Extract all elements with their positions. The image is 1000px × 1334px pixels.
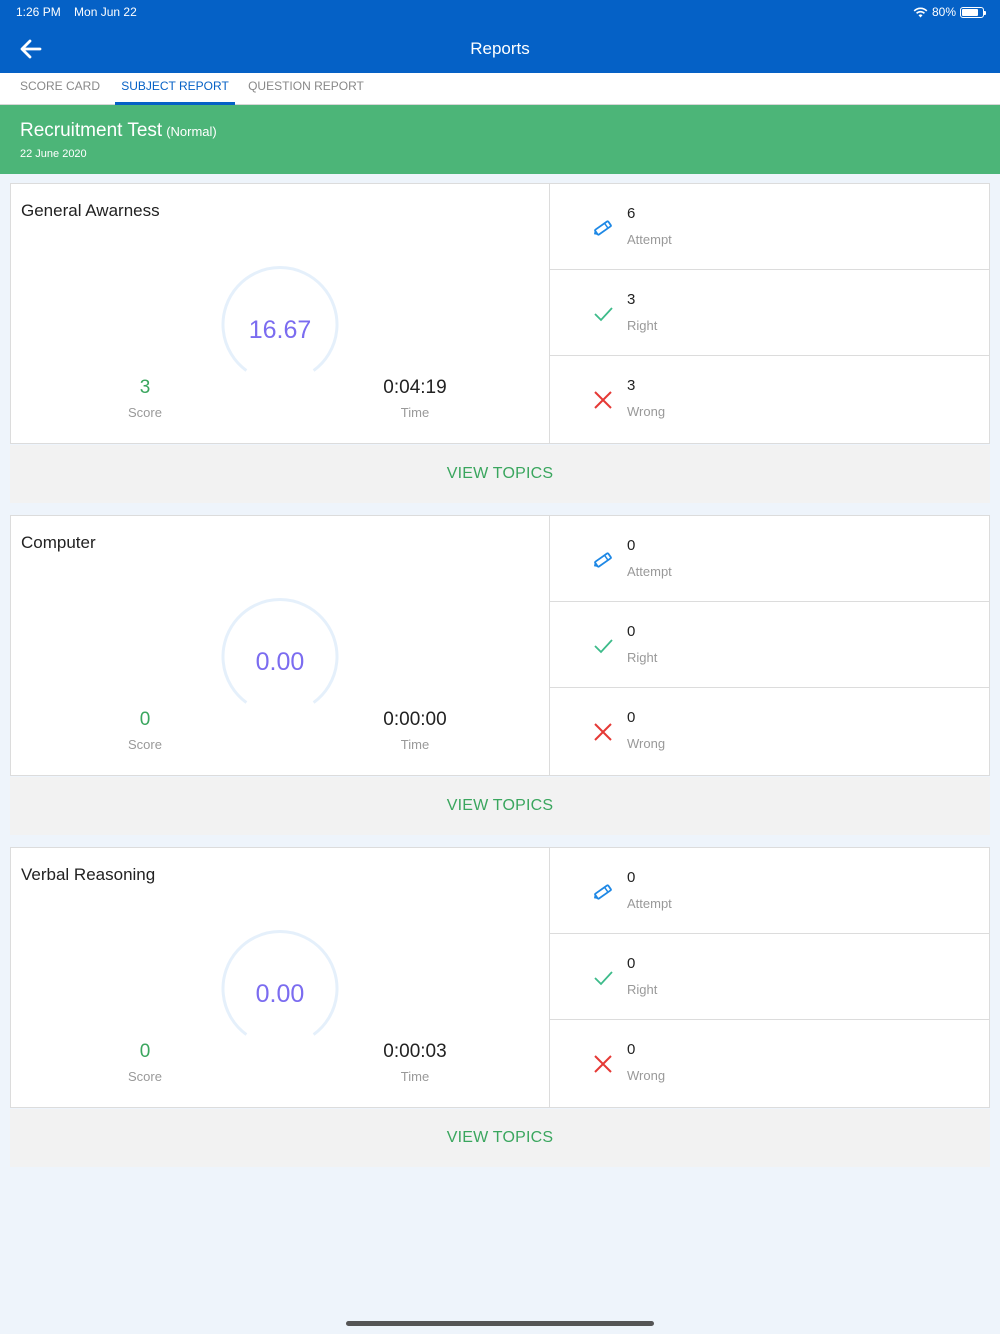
attempt-label: Attempt bbox=[627, 232, 672, 247]
attempt-value: 0 bbox=[627, 537, 636, 554]
percentage-value: 16.67 bbox=[248, 316, 312, 344]
test-header: Recruitment Test (Normal) 22 June 2020 bbox=[0, 105, 1000, 174]
test-mode: (Normal) bbox=[166, 124, 217, 139]
view-topics-button[interactable]: VIEW TOPICS bbox=[10, 1109, 990, 1167]
score-value: 0 bbox=[139, 709, 151, 730]
view-topics-button[interactable]: VIEW TOPICS bbox=[10, 445, 990, 503]
status-time: 1:26 PM bbox=[16, 5, 61, 19]
time-label: Time bbox=[400, 737, 430, 752]
right-row: 0 Right bbox=[550, 602, 989, 688]
right-value: 3 bbox=[627, 291, 636, 308]
subject-summary: Verbal Reasoning 0.00 0 Score 0:00:03 Ti… bbox=[11, 848, 550, 1107]
check-icon bbox=[594, 307, 613, 322]
pencil-icon bbox=[593, 552, 612, 568]
wrong-row: 0 Wrong bbox=[550, 1020, 989, 1106]
test-date: 22 June 2020 bbox=[20, 148, 87, 160]
status-date: Mon Jun 22 bbox=[74, 5, 137, 19]
check-icon bbox=[594, 639, 613, 654]
subject-title: Verbal Reasoning bbox=[21, 865, 156, 884]
status-bar-left: 1:26 PM Mon Jun 22 bbox=[16, 5, 137, 19]
percentage-value: 0.00 bbox=[255, 648, 305, 676]
page-title: Reports bbox=[470, 39, 530, 58]
wrong-row: 0 Wrong bbox=[550, 688, 989, 774]
wrong-value: 0 bbox=[627, 1041, 636, 1058]
test-name: Recruitment Test bbox=[20, 120, 163, 141]
pencil-icon bbox=[593, 884, 612, 900]
score-label: Score bbox=[128, 737, 162, 752]
right-row: 3 Right bbox=[550, 270, 989, 356]
score-label: Score bbox=[128, 1069, 162, 1084]
subject-title: Computer bbox=[21, 533, 96, 552]
attempt-row: 0 Attempt bbox=[550, 848, 989, 934]
time-value: 0:04:19 bbox=[383, 377, 447, 398]
subject-card: Verbal Reasoning 0.00 0 Score 0:00:03 Ti… bbox=[10, 847, 990, 1108]
attempt-label: Attempt bbox=[627, 564, 672, 579]
battery-icon bbox=[960, 6, 986, 18]
check-icon bbox=[594, 971, 613, 986]
tab-subject-report[interactable]: SUBJECT REPORT bbox=[115, 73, 235, 105]
wrong-row: 3 Wrong bbox=[550, 356, 989, 442]
wrong-label: Wrong bbox=[627, 736, 666, 751]
subject-title: General Awarness bbox=[21, 201, 160, 220]
attempt-row: 0 Attempt bbox=[550, 516, 989, 602]
tab-bar: SCORE CARD SUBJECT REPORT QUESTION REPOR… bbox=[0, 73, 1000, 105]
attempt-row: 6 Attempt bbox=[550, 184, 989, 270]
test-name-line: Recruitment Test (Normal) bbox=[20, 120, 217, 142]
right-value: 0 bbox=[627, 955, 636, 972]
time-label: Time bbox=[400, 1069, 430, 1084]
wifi-icon bbox=[913, 7, 928, 17]
attempt-value: 6 bbox=[627, 205, 636, 222]
subject-summary: Computer 0.00 0 Score 0:00:00 Time bbox=[11, 516, 550, 775]
time-value: 0:00:03 bbox=[383, 1041, 447, 1062]
right-value: 0 bbox=[627, 623, 636, 640]
tab-score-card[interactable]: SCORE CARD bbox=[14, 73, 106, 105]
attempt-value: 0 bbox=[627, 869, 636, 886]
cross-icon bbox=[594, 1055, 612, 1073]
battery-fill bbox=[962, 8, 978, 16]
percentage-value: 0.00 bbox=[255, 980, 305, 1008]
pencil-icon bbox=[593, 220, 612, 236]
wrong-value: 3 bbox=[627, 377, 636, 394]
wrong-label: Wrong bbox=[627, 404, 666, 419]
subject-summary: General Awarness 16.67 3 Score 0:04:19 T… bbox=[11, 184, 550, 443]
tab-question-report[interactable]: QUESTION REPORT bbox=[244, 73, 368, 105]
score-value: 0 bbox=[139, 1041, 151, 1062]
wrong-value: 0 bbox=[627, 709, 636, 726]
attempt-label: Attempt bbox=[627, 896, 672, 911]
home-indicator[interactable] bbox=[346, 1321, 654, 1326]
status-bar-right: 80% bbox=[913, 5, 986, 19]
right-label: Right bbox=[627, 318, 658, 333]
subject-card: Computer 0.00 0 Score 0:00:00 Time 0 Att… bbox=[10, 515, 990, 776]
cross-icon bbox=[594, 723, 612, 741]
right-label: Right bbox=[627, 982, 658, 997]
right-row: 0 Right bbox=[550, 934, 989, 1020]
top-bar: 1:26 PM Mon Jun 22 80% Reports bbox=[0, 0, 1000, 73]
time-label: Time bbox=[400, 405, 430, 420]
score-value: 3 bbox=[139, 377, 151, 398]
right-label: Right bbox=[627, 650, 658, 665]
time-value: 0:00:00 bbox=[383, 709, 447, 730]
cross-icon bbox=[594, 391, 612, 409]
view-topics-button[interactable]: VIEW TOPICS bbox=[10, 777, 990, 835]
subject-card: General Awarness 16.67 3 Score 0:04:19 T… bbox=[10, 183, 990, 444]
wrong-label: Wrong bbox=[627, 1068, 666, 1083]
score-label: Score bbox=[128, 405, 162, 420]
battery-percent: 80% bbox=[931, 5, 956, 19]
